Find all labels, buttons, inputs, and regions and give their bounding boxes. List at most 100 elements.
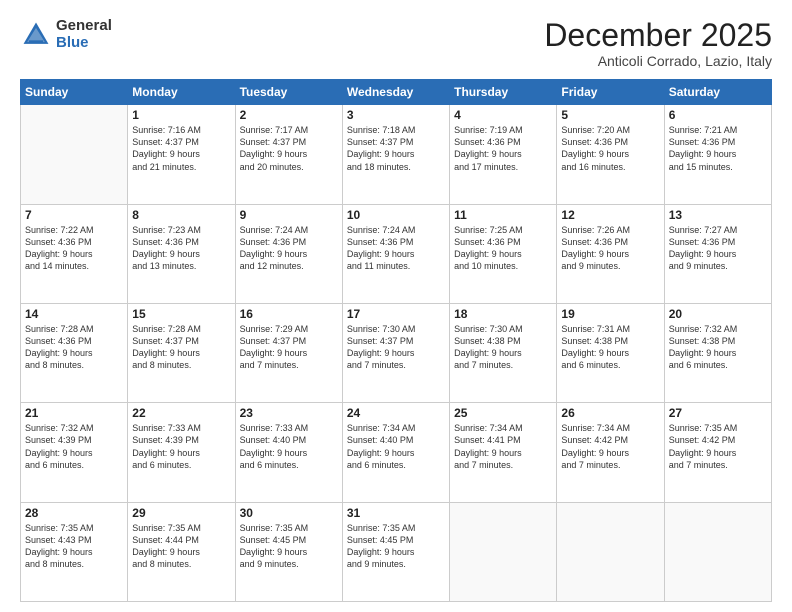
col-friday: Friday <box>557 80 664 105</box>
day-number: 16 <box>240 307 338 321</box>
day-info: Sunrise: 7:34 AM Sunset: 4:40 PM Dayligh… <box>347 422 445 471</box>
table-row: 9 Sunrise: 7:24 AM Sunset: 4:36 PM Daylig… <box>235 204 342 303</box>
day-info: Sunrise: 7:19 AM Sunset: 4:36 PM Dayligh… <box>454 124 552 173</box>
day-number: 28 <box>25 506 123 520</box>
day-info: Sunrise: 7:28 AM Sunset: 4:36 PM Dayligh… <box>25 323 123 372</box>
title-block: December 2025 Anticoli Corrado, Lazio, I… <box>544 18 772 69</box>
day-number: 20 <box>669 307 767 321</box>
day-number: 29 <box>132 506 230 520</box>
day-number: 9 <box>240 208 338 222</box>
table-row: 4 Sunrise: 7:19 AM Sunset: 4:36 PM Daylig… <box>450 105 557 204</box>
table-row: 8 Sunrise: 7:23 AM Sunset: 4:36 PM Daylig… <box>128 204 235 303</box>
day-info: Sunrise: 7:32 AM Sunset: 4:39 PM Dayligh… <box>25 422 123 471</box>
logo-text: General Blue <box>56 18 112 51</box>
day-info: Sunrise: 7:16 AM Sunset: 4:37 PM Dayligh… <box>132 124 230 173</box>
table-row: 13Sunrise: 7:27 AM Sunset: 4:36 PM Dayli… <box>664 204 771 303</box>
day-info: Sunrise: 7:18 AM Sunset: 4:37 PM Dayligh… <box>347 124 445 173</box>
calendar-table: Sunday Monday Tuesday Wednesday Thursday… <box>20 79 772 602</box>
day-info: Sunrise: 7:20 AM Sunset: 4:36 PM Dayligh… <box>561 124 659 173</box>
table-row: 27 Sunrise: 7:35 AM Sunset: 4:42 PM Dayli… <box>664 403 771 502</box>
table-row: 18 Sunrise: 7:30 AM Sunset: 4:38 PM Dayli… <box>450 303 557 402</box>
page: General Blue December 2025 Anticoli Corr… <box>0 0 792 612</box>
day-number: 27 <box>669 406 767 420</box>
day-info: Sunrise: 7:33 AM Sunset: 4:40 PM Dayligh… <box>240 422 338 471</box>
calendar-week-row: 14 Sunrise: 7:28 AM Sunset: 4:36 PM Dayli… <box>21 303 772 402</box>
day-info: Sunrise: 7:26 AM Sunset: 4:36 PM Dayligh… <box>561 224 659 273</box>
header: General Blue December 2025 Anticoli Corr… <box>20 18 772 69</box>
day-number: 17 <box>347 307 445 321</box>
location-subtitle: Anticoli Corrado, Lazio, Italy <box>544 53 772 69</box>
table-row <box>450 502 557 601</box>
logo-icon <box>20 19 52 51</box>
day-info: Sunrise: 7:34 AM Sunset: 4:41 PM Dayligh… <box>454 422 552 471</box>
table-row: 1 Sunrise: 7:16 AM Sunset: 4:37 PM Daylig… <box>128 105 235 204</box>
day-info: Sunrise: 7:30 AM Sunset: 4:37 PM Dayligh… <box>347 323 445 372</box>
day-info: Sunrise: 7:35 AM Sunset: 4:42 PM Dayligh… <box>669 422 767 471</box>
day-number: 26 <box>561 406 659 420</box>
calendar-week-row: 28Sunrise: 7:35 AM Sunset: 4:43 PM Dayli… <box>21 502 772 601</box>
day-info: Sunrise: 7:35 AM Sunset: 4:44 PM Dayligh… <box>132 522 230 571</box>
table-row: 2Sunrise: 7:17 AM Sunset: 4:37 PM Daylig… <box>235 105 342 204</box>
day-info: Sunrise: 7:23 AM Sunset: 4:36 PM Dayligh… <box>132 224 230 273</box>
day-number: 10 <box>347 208 445 222</box>
day-number: 8 <box>132 208 230 222</box>
day-number: 23 <box>240 406 338 420</box>
table-row: 10 Sunrise: 7:24 AM Sunset: 4:36 PM Dayli… <box>342 204 449 303</box>
day-number: 4 <box>454 108 552 122</box>
day-number: 19 <box>561 307 659 321</box>
col-monday: Monday <box>128 80 235 105</box>
day-number: 13 <box>669 208 767 222</box>
day-number: 25 <box>454 406 552 420</box>
table-row: 21 Sunrise: 7:32 AM Sunset: 4:39 PM Dayli… <box>21 403 128 502</box>
col-wednesday: Wednesday <box>342 80 449 105</box>
table-row: 5 Sunrise: 7:20 AM Sunset: 4:36 PM Daylig… <box>557 105 664 204</box>
table-row: 3 Sunrise: 7:18 AM Sunset: 4:37 PM Daylig… <box>342 105 449 204</box>
day-info: Sunrise: 7:22 AM Sunset: 4:36 PM Dayligh… <box>25 224 123 273</box>
table-row: 14 Sunrise: 7:28 AM Sunset: 4:36 PM Dayli… <box>21 303 128 402</box>
day-number: 2 <box>240 108 338 122</box>
col-saturday: Saturday <box>664 80 771 105</box>
day-number: 1 <box>132 108 230 122</box>
calendar-week-row: 21 Sunrise: 7:32 AM Sunset: 4:39 PM Dayli… <box>21 403 772 502</box>
day-number: 31 <box>347 506 445 520</box>
table-row <box>557 502 664 601</box>
logo: General Blue <box>20 18 112 51</box>
day-number: 7 <box>25 208 123 222</box>
table-row: 15Sunrise: 7:28 AM Sunset: 4:37 PM Dayli… <box>128 303 235 402</box>
table-row: 30Sunrise: 7:35 AM Sunset: 4:45 PM Dayli… <box>235 502 342 601</box>
calendar-week-row: 1 Sunrise: 7:16 AM Sunset: 4:37 PM Daylig… <box>21 105 772 204</box>
month-title: December 2025 <box>544 18 772 53</box>
table-row <box>664 502 771 601</box>
col-tuesday: Tuesday <box>235 80 342 105</box>
table-row: 22Sunrise: 7:33 AM Sunset: 4:39 PM Dayli… <box>128 403 235 502</box>
table-row: 19Sunrise: 7:31 AM Sunset: 4:38 PM Dayli… <box>557 303 664 402</box>
day-number: 14 <box>25 307 123 321</box>
table-row: 6Sunrise: 7:21 AM Sunset: 4:36 PM Daylig… <box>664 105 771 204</box>
day-number: 5 <box>561 108 659 122</box>
table-row <box>21 105 128 204</box>
day-info: Sunrise: 7:24 AM Sunset: 4:36 PM Dayligh… <box>347 224 445 273</box>
table-row: 24 Sunrise: 7:34 AM Sunset: 4:40 PM Dayli… <box>342 403 449 502</box>
table-row: 26Sunrise: 7:34 AM Sunset: 4:42 PM Dayli… <box>557 403 664 502</box>
day-info: Sunrise: 7:24 AM Sunset: 4:36 PM Dayligh… <box>240 224 338 273</box>
table-row: 23 Sunrise: 7:33 AM Sunset: 4:40 PM Dayli… <box>235 403 342 502</box>
day-info: Sunrise: 7:21 AM Sunset: 4:36 PM Dayligh… <box>669 124 767 173</box>
table-row: 31 Sunrise: 7:35 AM Sunset: 4:45 PM Dayli… <box>342 502 449 601</box>
day-number: 18 <box>454 307 552 321</box>
day-number: 24 <box>347 406 445 420</box>
calendar-week-row: 7 Sunrise: 7:22 AM Sunset: 4:36 PM Daylig… <box>21 204 772 303</box>
day-info: Sunrise: 7:35 AM Sunset: 4:45 PM Dayligh… <box>347 522 445 571</box>
col-thursday: Thursday <box>450 80 557 105</box>
table-row: 28Sunrise: 7:35 AM Sunset: 4:43 PM Dayli… <box>21 502 128 601</box>
table-row: 7 Sunrise: 7:22 AM Sunset: 4:36 PM Daylig… <box>21 204 128 303</box>
day-number: 21 <box>25 406 123 420</box>
table-row: 11Sunrise: 7:25 AM Sunset: 4:36 PM Dayli… <box>450 204 557 303</box>
table-row: 20Sunrise: 7:32 AM Sunset: 4:38 PM Dayli… <box>664 303 771 402</box>
day-number: 3 <box>347 108 445 122</box>
table-row: 17 Sunrise: 7:30 AM Sunset: 4:37 PM Dayli… <box>342 303 449 402</box>
col-sunday: Sunday <box>21 80 128 105</box>
day-info: Sunrise: 7:30 AM Sunset: 4:38 PM Dayligh… <box>454 323 552 372</box>
day-number: 22 <box>132 406 230 420</box>
day-number: 15 <box>132 307 230 321</box>
day-number: 12 <box>561 208 659 222</box>
